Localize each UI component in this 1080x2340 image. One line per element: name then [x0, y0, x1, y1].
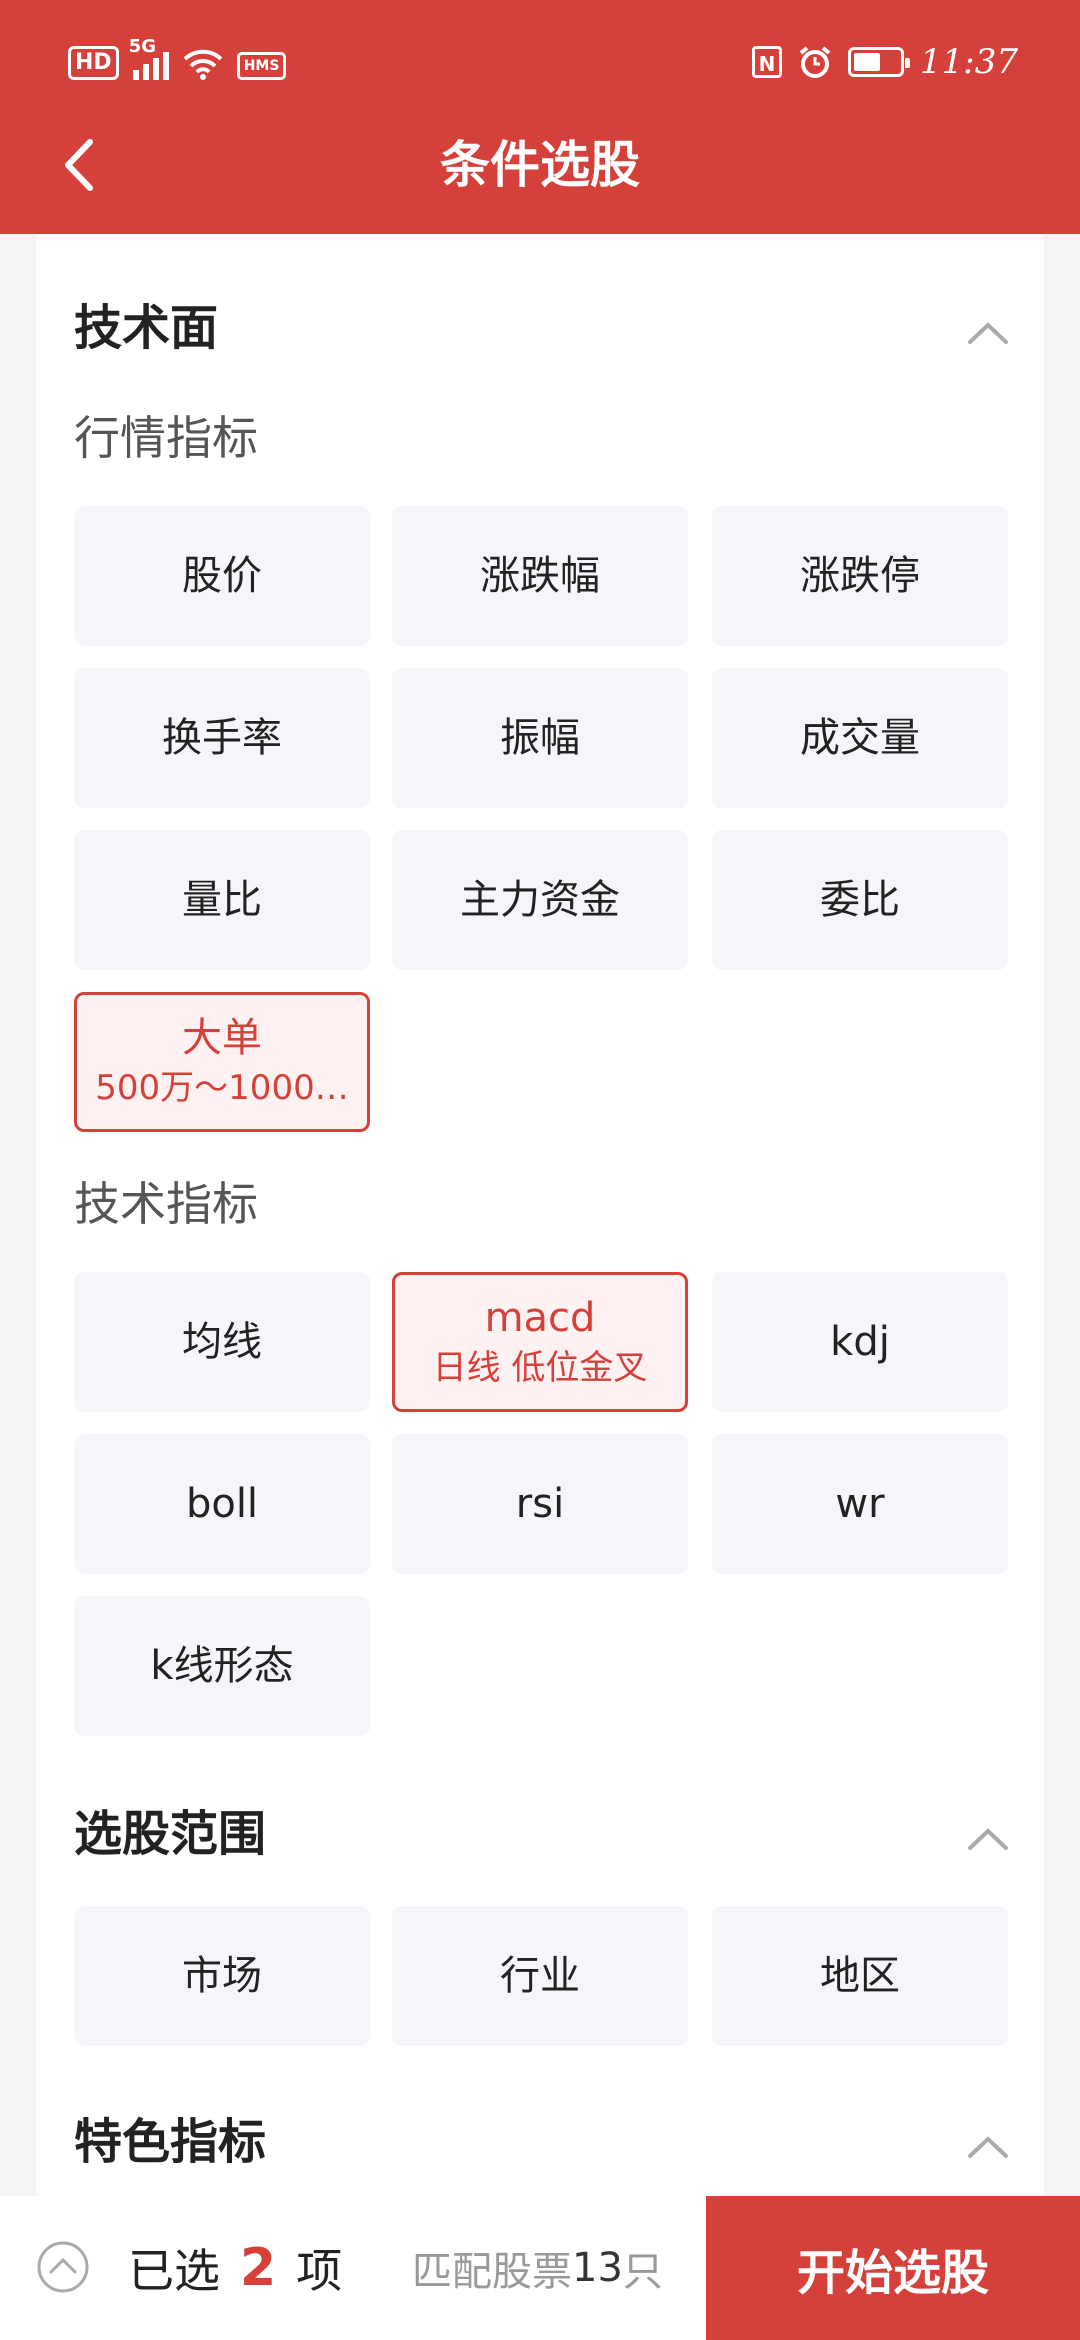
start-screening-button[interactable]: 开始选股 [706, 2196, 1080, 2340]
tile-wr[interactable]: wr [712, 1434, 1008, 1574]
tile-ma[interactable]: 均线 [74, 1272, 370, 1412]
tile-order-ratio[interactable]: 委比 [712, 830, 1008, 970]
tile-label: 均线 [182, 1319, 262, 1365]
tile-label: kdj [830, 1319, 890, 1365]
tile-amplitude[interactable]: 振幅 [392, 668, 688, 808]
tile-kdj[interactable]: kdj [712, 1272, 1008, 1412]
tile-region[interactable]: 地区 [712, 1906, 1008, 2046]
tile-condition: 日线 低位金叉 [432, 1348, 648, 1388]
tile-label: 委比 [820, 877, 900, 923]
subsection-tech-indicators: 技术指标 [74, 1177, 258, 1231]
tile-turnover-rate[interactable]: 换手率 [74, 668, 370, 808]
tile-market[interactable]: 市场 [74, 1906, 370, 2046]
selected-prefix: 已选 [128, 2244, 220, 2298]
match-count: 13 [572, 2245, 623, 2291]
tile-change-pct[interactable]: 涨跌幅 [392, 506, 688, 646]
match-suffix: 只 [622, 2249, 663, 2295]
hms-icon: HMS [236, 52, 287, 80]
tile-stock-price[interactable]: 股价 [74, 506, 370, 646]
tile-label: 成交量 [800, 715, 920, 761]
tile-label: rsi [515, 1481, 565, 1527]
nfc-icon: N [752, 46, 783, 78]
subsection-market-indicators: 行情指标 [74, 411, 258, 465]
tile-label: 股价 [182, 553, 262, 599]
chevron-up-icon[interactable] [966, 1826, 1010, 1852]
battery-icon [848, 47, 911, 77]
alarm-icon [799, 46, 831, 78]
selected-count-summary: 已选 2 项 [128, 2196, 342, 2340]
tile-label: boll [185, 1481, 259, 1527]
tile-condition: 500万～1000… [95, 1068, 349, 1108]
tile-label: 振幅 [500, 715, 580, 761]
signal-icon: 5G [129, 36, 169, 80]
clock: 11:37 [920, 42, 1018, 82]
tile-limit-up-down[interactable]: 涨跌停 [712, 506, 1008, 646]
tile-label: 大单 [182, 1015, 262, 1061]
tile-label: macd [484, 1295, 596, 1341]
tile-label: 量比 [182, 877, 262, 923]
app-header: HD 5G HMS N 11:37 条件选股 [0, 0, 1080, 234]
match-prefix: 匹配股票 [412, 2249, 572, 2295]
status-bar: HD 5G HMS N 11:37 [0, 0, 1080, 120]
tile-large-order-selected[interactable]: 大单 500万～1000… [74, 992, 370, 1132]
tile-label: 行业 [500, 1953, 580, 1999]
selected-count: 2 [240, 2238, 277, 2298]
section-title-special: 特色指标 [74, 2114, 267, 2170]
section-title-scope: 选股范围 [74, 1806, 267, 1862]
selected-suffix: 项 [296, 2244, 343, 2298]
tile-industry[interactable]: 行业 [392, 1906, 688, 2046]
wifi-icon [183, 49, 223, 80]
chevron-up-circle-icon[interactable] [36, 2240, 90, 2294]
tile-label: 市场 [182, 1953, 262, 1999]
tile-volume[interactable]: 成交量 [712, 668, 1008, 808]
chevron-up-icon[interactable] [966, 320, 1010, 346]
tile-label: 涨跌幅 [480, 553, 600, 599]
tile-volume-ratio[interactable]: 量比 [74, 830, 370, 970]
tile-label: 涨跌停 [800, 553, 920, 599]
tile-main-funds[interactable]: 主力资金 [392, 830, 688, 970]
section-title-technical: 技术面 [74, 300, 219, 356]
match-count-summary: 匹配股票 13 只 [412, 2196, 663, 2340]
tile-label: 主力资金 [460, 877, 620, 923]
page-title: 条件选股 [440, 136, 640, 194]
tile-boll[interactable]: boll [74, 1434, 370, 1574]
tile-rsi[interactable]: rsi [392, 1434, 688, 1574]
tile-label: 换手率 [162, 715, 282, 761]
filter-panel: 技术面 行情指标 股价 涨跌幅 涨跌停 换手率 振幅 成交量 量比 主力资金 委… [36, 234, 1044, 2196]
tile-label: 地区 [820, 1953, 900, 1999]
tile-label: k线形态 [150, 1643, 294, 1689]
hd-indicator: HD [68, 46, 119, 80]
tile-macd-selected[interactable]: macd 日线 低位金叉 [392, 1272, 688, 1412]
chevron-up-icon[interactable] [966, 2134, 1010, 2160]
status-right: N 11:37 [752, 40, 1018, 84]
status-left: HD 5G HMS [68, 36, 287, 80]
tile-label: wr [835, 1481, 885, 1527]
tile-kline-pattern[interactable]: k线形态 [74, 1596, 370, 1736]
network-type: 5G [128, 36, 156, 57]
